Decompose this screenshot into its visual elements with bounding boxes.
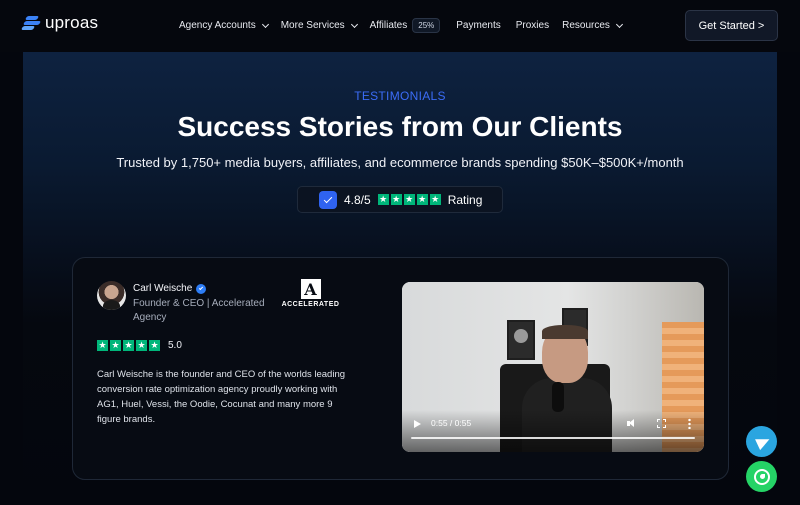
video-microphone [552,382,564,412]
affiliates-badge: 25% [412,18,441,33]
rating-summary: 4.8/5 ★ ★ ★ ★ ★ Rating [297,186,503,213]
author-role: Founder & CEO | Accelerated Agency [133,298,265,323]
testimonial-author: Carl Weische [133,283,207,294]
nav-item-payments[interactable]: Payments [456,20,500,31]
nav-item-resources[interactable]: Resources [562,20,623,31]
video-time: 0:55 / 0:55 [431,418,472,428]
star-icon: ★ [377,194,389,205]
fullscreen-icon[interactable] [657,419,666,428]
star-icon: ★ [136,340,147,351]
testimonial-score: 5.0 [168,340,182,351]
accelerated-logo-icon [300,279,321,299]
nav-item-more-services[interactable]: More Services [280,20,358,31]
more-options-icon[interactable] [688,418,691,429]
play-icon[interactable] [414,420,421,428]
video-controls [402,410,704,452]
star-icon: ★ [390,194,402,205]
nav-item-affiliates[interactable]: Affiliates 25% [370,18,441,33]
star-icon: ★ [97,340,108,351]
nav-item-agency-accounts[interactable]: Agency Accounts [179,20,269,31]
video-wall-picture [507,320,535,360]
rating-stars: ★ ★ ★ ★ ★ [377,194,441,205]
uproas-logo-icon [20,15,42,31]
video-person-hair [542,325,588,339]
page-title: Success Stories from Our Clients [177,111,623,142]
nav-item-label: Proxies [515,20,550,31]
star-icon: ★ [416,194,428,205]
author-name: Carl Weische [133,283,193,294]
telegram-icon [754,433,772,450]
brand-logo[interactable]: uproas [20,13,99,33]
testimonial-stars: ★ ★ ★ ★ ★ [97,340,160,351]
get-started-button[interactable]: Get Started > [685,10,778,41]
chevron-down-icon [261,20,269,28]
whatsapp-icon [753,468,770,485]
nav-item-proxies[interactable]: Proxies [516,20,549,31]
star-icon: ★ [110,340,121,351]
checkmark-icon [319,190,337,209]
avatar [97,281,126,310]
testimonial-rating: ★ ★ ★ ★ ★ 5.0 [97,340,182,351]
star-icon: ★ [403,194,415,205]
telegram-button[interactable] [746,426,777,457]
testimonial-quote: Carl Weische is the founder and CEO of t… [97,369,346,425]
testimonial-video[interactable]: 0:55 / 0:55 [402,282,704,452]
nav-item-label: Agency Accounts [179,20,256,31]
volume-icon[interactable] [627,419,637,428]
star-icon: ★ [149,340,160,351]
verified-badge-icon [196,283,207,294]
rating-label: Rating [447,192,483,207]
brand-logo-text: uproas [45,13,99,32]
top-navigation: uproas Agency Accounts More Services Aff… [0,0,800,52]
rating-score: 4.8/5 [344,192,371,207]
section-eyebrow: TESTIMONIALS [354,89,446,103]
company-logo: ACCELERATED [281,279,340,309]
nav-item-label: More Services [280,20,345,31]
nav-item-label: Payments [456,20,501,31]
chevron-down-icon [350,20,358,28]
nav-item-label: Affiliates [369,20,408,31]
video-progress-bar[interactable] [411,437,695,439]
star-icon: ★ [123,340,134,351]
company-logo-text: ACCELERATED [281,301,340,308]
whatsapp-button[interactable] [746,461,777,492]
nav-item-label: Resources [562,20,610,31]
page-subtitle: Trusted by 1,750+ media buyers, affiliat… [116,155,684,170]
main-menu: Agency Accounts More Services Affiliates… [179,18,635,33]
chevron-down-icon [615,20,623,28]
star-icon: ★ [429,194,441,205]
